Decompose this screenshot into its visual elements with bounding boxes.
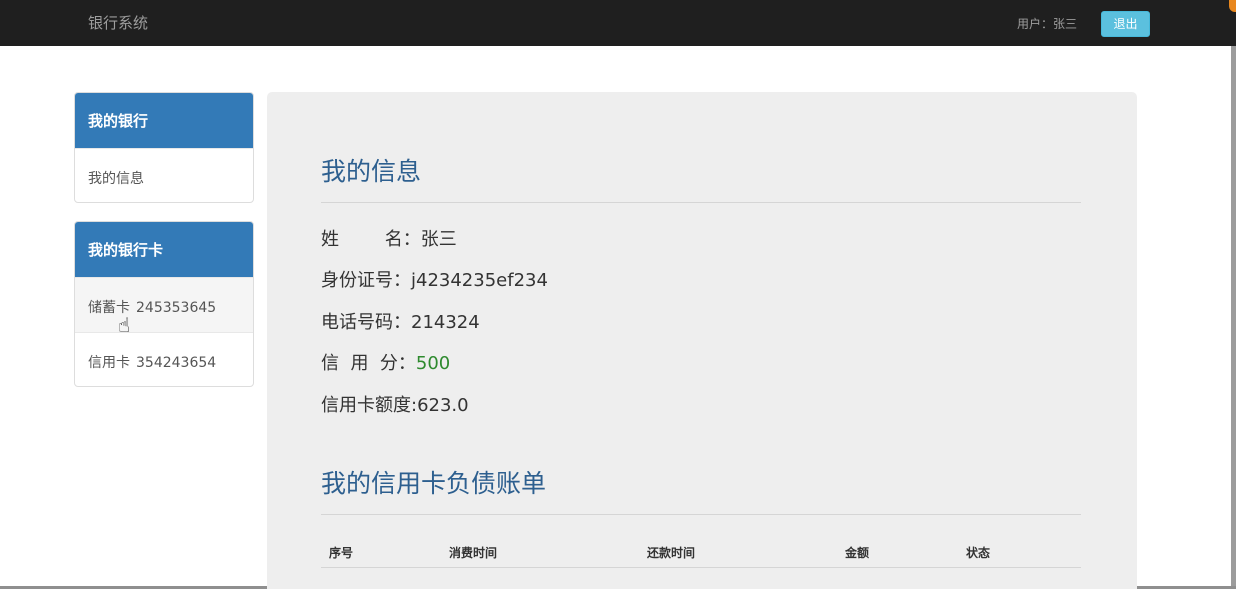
limit-value: 623.0: [417, 395, 469, 416]
sidebar-item-label: 我的信息: [88, 171, 144, 187]
credit-label: 信 用 分：: [321, 353, 416, 374]
table-header-amount: 金额: [845, 546, 870, 560]
info-credit-row: 信 用 分：500: [321, 349, 450, 375]
bill-section-title: 我的信用卡负债账单: [321, 469, 547, 498]
orange-corner-badge: [1229, 0, 1236, 12]
info-limit-row: 信用卡额度:623.0: [321, 391, 469, 417]
brand-title[interactable]: 银行系统: [88, 12, 148, 33]
limit-label: 信用卡额度:: [321, 395, 418, 416]
info-section-title: 我的信息: [321, 157, 422, 186]
phone-label: 电话号码：: [321, 312, 411, 333]
info-divider: [321, 202, 1081, 203]
hand-pointer-icon: ☝: [118, 313, 131, 337]
sidebar-item-my-info[interactable]: 我的信息: [75, 148, 253, 202]
panel-heading-my-bank: 我的银行: [75, 93, 253, 148]
info-id-row: 身份证号：j4234235ef234: [321, 266, 548, 292]
card-number: 245353645: [136, 300, 217, 316]
sidebar-item-savings-card[interactable]: 储蓄卡 245353645: [75, 277, 253, 332]
name-label: 姓 名：: [321, 229, 421, 250]
card-number: 354243654: [136, 355, 217, 371]
info-name-row: 姓 名：张三: [321, 225, 457, 251]
id-label: 身份证号：: [321, 270, 411, 291]
name-value: 张三: [420, 229, 457, 250]
sidebar-item-credit-card[interactable]: 信用卡 354243654: [75, 332, 253, 386]
my-bank-panel: 我的银行 我的信息: [74, 92, 254, 203]
info-phone-row: 电话号码：214324: [321, 308, 480, 334]
current-user-label: 用户：张三: [1017, 17, 1078, 31]
phone-value: 214324: [411, 312, 480, 333]
table-header-status: 状态: [966, 546, 991, 560]
table-header-repay-time: 还款时间: [647, 546, 696, 560]
credit-score-value: 500: [415, 353, 451, 374]
panel-heading-my-cards: 我的银行卡: [75, 222, 253, 277]
main-content: 我的信息 姓 名：张三 身份证号：j4234235ef234 电话号码：2143…: [267, 92, 1137, 589]
top-navbar: 银行系统 用户：张三 退出: [0, 0, 1236, 46]
table-header-index: 序号: [329, 546, 354, 560]
logout-button[interactable]: 退出: [1101, 11, 1150, 37]
id-value: j4234235ef234: [411, 270, 548, 291]
my-cards-panel: 我的银行卡 储蓄卡 245353645 信用卡 354243654: [74, 221, 254, 387]
bill-divider: [321, 514, 1081, 515]
window-right-edge: [1231, 46, 1236, 589]
card-type-label: 信用卡: [88, 355, 130, 371]
table-header-divider: [321, 567, 1081, 568]
table-header-spend-time: 消费时间: [449, 546, 498, 560]
